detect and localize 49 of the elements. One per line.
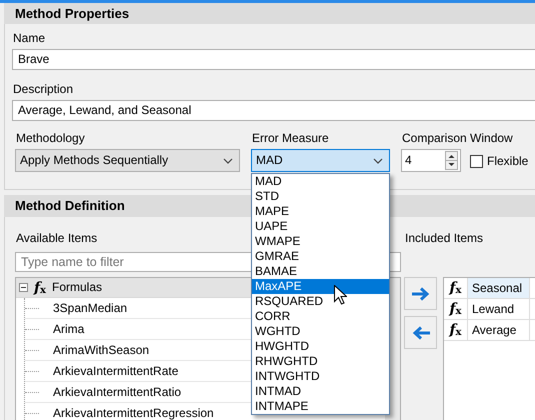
function-icon: f$_{x}$ [450,281,462,295]
spin-arrows-icon[interactable] [445,151,458,170]
add-button[interactable] [404,277,437,310]
dropdown-option[interactable]: INTMAPE [252,399,389,414]
dropdown-option[interactable]: WGHTD [252,324,389,339]
field-label: Methodology [15,131,86,146]
dropdown-option[interactable]: CORR [252,309,389,324]
field-label: Name [12,31,46,46]
tree-item[interactable]: ArimaWithSeason [53,342,150,358]
function-icon: f$_{x}$ [34,280,46,294]
list-label: Included Items [404,231,484,246]
dropdown-option[interactable]: UAPE [252,219,389,234]
field-label: Comparison Window [401,131,514,146]
dropdown-option[interactable]: WMAPE [252,234,389,249]
list-label: Available Items [15,231,98,246]
field-label: Error Measure [251,131,330,146]
dropdown-option[interactable]: INTMAD [252,384,389,399]
chevron-down-icon [373,158,383,164]
tree-item[interactable]: 3SpanMedian [53,300,128,316]
dropdown-option[interactable]: RHWGHTD [252,354,389,369]
dropdown-option[interactable]: GMRAE [252,249,389,264]
methodology-dropdown[interactable]: Apply Methods Sequentially [15,149,240,172]
chevron-down-icon [223,158,233,164]
error-measure-dropdown[interactable]: MAD [251,149,390,172]
flexible-checkbox[interactable]: Flexible [470,150,528,172]
tree-item[interactable]: ArkievaIntermittentRatio [53,384,182,400]
dropdown-option[interactable]: MAPE [252,204,389,219]
name-field[interactable]: Brave [12,49,535,70]
right-arrow-icon [410,286,430,300]
remove-button[interactable] [404,316,437,349]
table-cell[interactable]: Seasonal [468,278,530,298]
description-field[interactable]: Average, Lewand, and Seasonal [12,100,535,121]
section-header: Method Properties [4,3,535,24]
comparison-window-spinner[interactable]: 4 [401,149,461,172]
function-icon: f$_{x}$ [450,323,462,337]
dropdown-option[interactable]: MaxAPE [252,279,389,294]
table-cell[interactable]: Lewand [468,299,530,319]
dropdown-option[interactable]: HWGHTD [252,339,389,354]
mouse-pointer-icon [334,285,347,305]
function-icon: f$_{x}$ [450,302,462,316]
tree-item[interactable]: ArkievaIntermittentRate [53,364,178,378]
left-arrow-icon [410,326,430,340]
tree-item[interactable]: ArkievaIntermittentRegression [53,406,214,420]
field-label: Description [12,82,74,97]
dropdown-option[interactable]: INTWGHTD [252,369,389,384]
dropdown-option[interactable]: MAD [252,174,389,189]
table-cell[interactable]: Average [468,320,530,340]
tree-item[interactable]: Arima [53,322,84,336]
collapse-icon[interactable] [19,283,28,292]
